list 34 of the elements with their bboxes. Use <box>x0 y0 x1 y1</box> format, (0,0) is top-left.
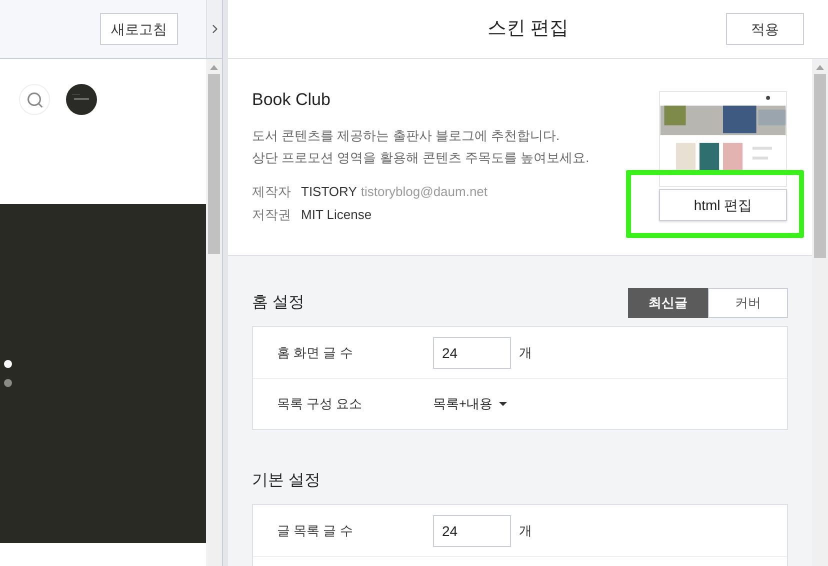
caret-down-icon <box>498 402 507 406</box>
refresh-button[interactable]: 새로고침 <box>100 13 178 45</box>
number-field[interactable]: 24 <box>433 514 511 546</box>
mode-tab[interactable]: 커버 <box>708 288 788 318</box>
html-edit-button[interactable]: html 편집 <box>659 189 787 221</box>
collapse-button[interactable] <box>206 0 222 58</box>
mode-tab[interactable]: 최신글 <box>628 288 708 318</box>
search-button[interactable] <box>19 84 50 115</box>
component-select[interactable]: 목록+내용 <box>433 394 507 414</box>
author-email: tistoryblog@daum.net <box>360 183 488 200</box>
skin-description: 상단 프로모션 영역을 활용해 콘텐츠 주목도를 높여보세요. <box>252 149 590 167</box>
number-field[interactable]: 24 <box>433 336 511 368</box>
scrollbar-thumb[interactable] <box>208 74 220 254</box>
scroll-up-icon[interactable] <box>816 65 824 70</box>
scrollbar-thumb[interactable] <box>814 74 826 258</box>
search-icon <box>26 90 44 108</box>
apply-button[interactable]: 적용 <box>726 13 804 45</box>
setting-label: 목록 구성 요소 <box>277 395 364 414</box>
setting-label: 글 목록 글 수 <box>277 522 354 540</box>
unit-label: 개 <box>519 344 532 362</box>
scrollbar[interactable] <box>812 59 828 566</box>
section-title: 홈 설정 <box>252 293 304 313</box>
skin-name: Book Club <box>252 89 332 111</box>
scroll-up-icon[interactable] <box>210 65 218 70</box>
panel-title: 스킨 편집 <box>487 16 569 41</box>
skin-description: 도서 콘텐츠를 제공하는 출판사 블로그에 추천합니다. <box>252 127 561 145</box>
unit-label: 개 <box>519 522 532 540</box>
meta-value: MIT License <box>301 206 372 223</box>
meta-label: 제작자 <box>252 183 292 200</box>
meta-label: 저작권 <box>252 206 292 223</box>
section-title: 기본 설정 <box>252 471 320 491</box>
scrollbar[interactable] <box>206 59 222 566</box>
meta-value: TISTORY <box>301 183 357 200</box>
setting-label: 홈 화면 글 수 <box>277 344 354 362</box>
